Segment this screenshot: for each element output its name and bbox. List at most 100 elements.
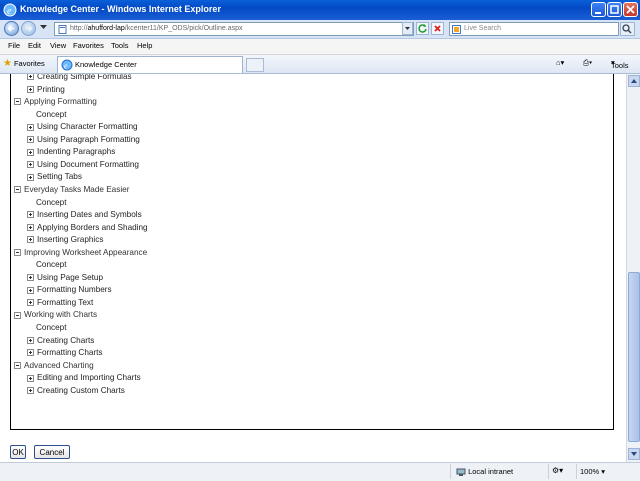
expand-icon[interactable]	[27, 236, 34, 244]
tools-label: Tools	[611, 61, 629, 70]
outline-concept-link[interactable]: Concept	[36, 323, 67, 332]
outline-chapter[interactable]: Improving Worksheet Appearance	[14, 248, 147, 257]
outline-topic[interactable]: Creating Simple Formulas	[27, 74, 132, 81]
outline-topic[interactable]: Using Document Formatting	[27, 160, 139, 169]
address-field[interactable]: http://ahufford-lap/kcenter11/KP_ODS/pic…	[54, 22, 414, 36]
title-bar: e Knowledge Center - Windows Internet Ex…	[0, 0, 640, 20]
outline-label: Using Paragraph Formatting	[37, 134, 140, 144]
outline-label: Formatting Numbers	[37, 285, 112, 295]
outline-chapter[interactable]: Applying Formatting	[14, 97, 97, 106]
outline-topic[interactable]: Creating Custom Charts	[27, 386, 125, 395]
outline-topic[interactable]: Creating Charts	[27, 336, 94, 345]
menu-tools[interactable]: Tools	[111, 41, 129, 50]
outline-topic[interactable]: Formatting Numbers	[27, 285, 112, 294]
expand-icon[interactable]	[27, 74, 34, 81]
outline-concept-link[interactable]: Concept	[36, 260, 67, 269]
outline-label: Using Character Formatting	[37, 122, 138, 132]
menu-file[interactable]: File	[8, 41, 20, 50]
protected-mode-icon[interactable]: ⚙▾	[552, 466, 563, 475]
expand-icon[interactable]	[27, 85, 34, 93]
expand-icon[interactable]	[27, 286, 34, 294]
outline-topic[interactable]: Using Paragraph Formatting	[27, 135, 140, 144]
expand-icon[interactable]	[27, 173, 34, 181]
address-dropdown-button[interactable]	[402, 22, 413, 35]
home-icon[interactable]: ⌂▾	[556, 58, 564, 67]
collapse-icon[interactable]	[14, 249, 21, 257]
collapse-icon[interactable]	[14, 98, 21, 106]
expand-icon[interactable]	[27, 211, 34, 219]
refresh-button[interactable]	[416, 22, 429, 35]
zoom-level[interactable]: 100% ▾	[580, 467, 605, 476]
scroll-up-button[interactable]	[628, 75, 640, 87]
outline-topic[interactable]: Indenting Paragraphs	[27, 147, 115, 156]
maximize-button[interactable]	[607, 2, 622, 17]
favorites-star-icon: ★	[3, 58, 12, 69]
stop-button[interactable]	[431, 22, 444, 35]
expand-icon[interactable]	[27, 136, 34, 144]
expand-icon[interactable]	[27, 123, 34, 131]
search-field[interactable]: Live Search	[449, 22, 619, 36]
menu-help[interactable]: Help	[137, 41, 152, 50]
recent-pages-chevron-icon[interactable]	[40, 25, 47, 30]
collapse-icon[interactable]	[14, 186, 21, 194]
expand-icon[interactable]	[27, 161, 34, 169]
expand-icon[interactable]	[27, 349, 34, 357]
ie-logo-icon: e	[3, 3, 17, 17]
forward-arrow-icon	[26, 25, 33, 32]
expand-icon[interactable]	[27, 274, 34, 282]
menu-favorites[interactable]: Favorites	[73, 41, 104, 50]
print-icon[interactable]: ⎙▾	[583, 58, 592, 68]
outline-chapter[interactable]: Working with Charts	[14, 310, 97, 319]
collapse-icon[interactable]	[14, 311, 21, 319]
outline-label: Printing	[37, 84, 65, 94]
expand-icon[interactable]	[27, 374, 34, 382]
outline-topic[interactable]: Using Character Formatting	[27, 122, 138, 131]
outline-label: Using Page Setup	[37, 272, 103, 282]
outline-topic[interactable]: Setting Tabs	[27, 172, 82, 181]
outline-topic[interactable]: Formatting Text	[27, 298, 93, 307]
expand-icon[interactable]	[27, 223, 34, 231]
outline-topic[interactable]: Applying Borders and Shading	[27, 223, 148, 232]
outline-chapter[interactable]: Everyday Tasks Made Easier	[14, 185, 129, 194]
scroll-down-button[interactable]	[628, 448, 640, 460]
minimize-icon	[595, 12, 601, 14]
outline-topic[interactable]: Inserting Dates and Symbols	[27, 210, 142, 219]
expand-icon[interactable]	[27, 336, 34, 344]
menu-view[interactable]: View	[50, 41, 66, 50]
outline-topic[interactable]: Inserting Graphics	[27, 235, 103, 244]
collapse-icon[interactable]	[14, 361, 21, 369]
minimize-button[interactable]	[591, 2, 606, 17]
cancel-button[interactable]: Cancel	[34, 445, 70, 459]
security-zone[interactable]: Local intranet	[456, 467, 513, 477]
ok-button[interactable]: OK	[10, 445, 26, 459]
outline-topic[interactable]: Printing	[27, 85, 65, 94]
search-button[interactable]	[620, 22, 635, 36]
outline-topic[interactable]: Editing and Importing Charts	[27, 373, 141, 382]
status-bar: Local intranet ⚙▾ 100% ▾	[0, 462, 640, 481]
outline-label: Applying Formatting	[24, 97, 97, 107]
expand-icon[interactable]	[27, 148, 34, 156]
outline-chapter[interactable]: Advanced Charting	[14, 361, 94, 370]
page-content: Creating Simple Formulas Printing Applying…	[0, 74, 626, 462]
menu-edit[interactable]: Edit	[28, 41, 41, 50]
outline-label: Formatting Charts	[37, 348, 103, 358]
outline-concept-link[interactable]: Concept	[36, 198, 67, 207]
scroll-thumb[interactable]	[628, 272, 640, 442]
outline-topic[interactable]: Formatting Charts	[27, 348, 103, 357]
outline-label: Indenting Paragraphs	[37, 147, 116, 157]
outline-label: Creating Simple Formulas	[37, 74, 132, 81]
tools-button[interactable]: Tools ▾	[611, 58, 629, 70]
forward-button[interactable]	[21, 21, 36, 36]
outline-topic[interactable]: Using Page Setup	[27, 273, 103, 282]
outline-concept-link[interactable]: Concept	[36, 110, 67, 119]
outline-label: Improving Worksheet Appearance	[24, 247, 148, 257]
expand-icon[interactable]	[27, 299, 34, 307]
expand-icon[interactable]	[27, 387, 34, 395]
close-window-button[interactable]	[623, 2, 638, 17]
back-button[interactable]	[4, 21, 19, 36]
vertical-scrollbar[interactable]	[626, 74, 640, 462]
tab-knowledge-center[interactable]: e Knowledge Center	[57, 56, 243, 73]
favorites-button[interactable]: ★ Favorites	[3, 58, 45, 69]
outline-label: Editing and Importing Charts	[37, 373, 141, 383]
new-tab-button[interactable]	[246, 58, 264, 72]
